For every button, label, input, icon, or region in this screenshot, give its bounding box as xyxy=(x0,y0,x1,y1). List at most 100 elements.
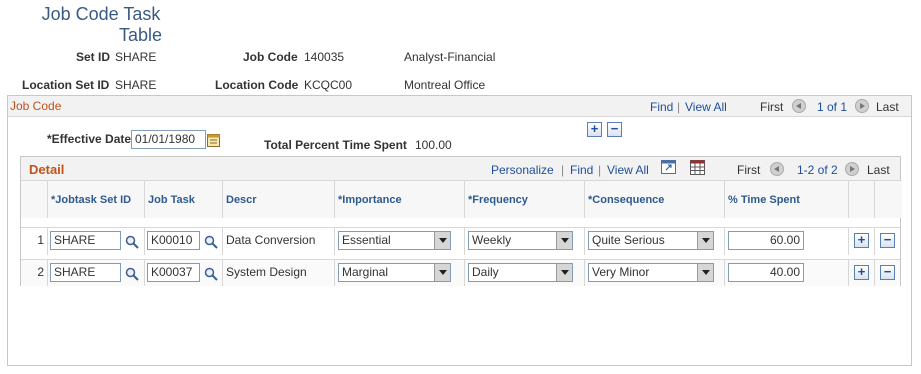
personalize-link[interactable]: Personalize xyxy=(491,163,554,177)
detail-next-arrow-icon[interactable] xyxy=(845,162,859,176)
effective-date-label: *Effective Date xyxy=(47,132,132,146)
page-title-line2: Table xyxy=(118,25,162,45)
chevron-down-icon[interactable] xyxy=(434,232,450,249)
add-effective-row-button[interactable]: + xyxy=(587,122,602,137)
chevron-down-icon[interactable] xyxy=(697,264,713,281)
descr-text: Data Conversion xyxy=(226,233,316,247)
job-code-last-label[interactable]: Last xyxy=(876,100,899,114)
effective-date-input[interactable]: 01/01/1980 xyxy=(131,130,206,149)
time-spent-header[interactable]: % Time Spent xyxy=(725,181,849,218)
time-spent-cell: 60.00 xyxy=(725,228,849,255)
job-code-label: Job Code xyxy=(243,50,298,64)
job-task-cell: K00037 xyxy=(145,260,223,286)
detail-grid-header: Detail Personalize | Find | View All Fir… xyxy=(21,157,900,181)
consequence-select[interactable]: Quite Serious xyxy=(588,231,714,250)
frequency-value: Daily xyxy=(472,265,499,279)
add-row-cell: + xyxy=(849,228,875,255)
jobtask-set-id-header[interactable]: *Jobtask Set ID xyxy=(48,181,145,218)
table-row: 1 SHARE K00010 Data Conversion Essential… xyxy=(21,227,900,255)
remove-column-header xyxy=(875,181,902,218)
remove-row-button[interactable]: − xyxy=(880,265,895,280)
job-task-input[interactable]: K00010 xyxy=(147,231,200,250)
location-code-value: KCQC00 xyxy=(304,78,353,92)
zoom-icon[interactable] xyxy=(661,160,676,174)
detail-view-all-link[interactable]: View All xyxy=(607,163,649,177)
jobtask-set-id-input[interactable]: SHARE xyxy=(50,231,121,250)
descr-header[interactable]: Descr xyxy=(223,181,335,218)
search-icon[interactable] xyxy=(125,267,139,281)
detail-range: 1-2 of 2 xyxy=(797,163,838,177)
detail-find-link[interactable]: Find xyxy=(570,163,593,177)
job-code-view-all-link[interactable]: View All xyxy=(685,100,727,114)
search-icon[interactable] xyxy=(204,267,218,281)
consequence-select[interactable]: Very Minor xyxy=(588,263,714,282)
descr-cell: Data Conversion xyxy=(223,228,335,255)
consequence-cell: Quite Serious xyxy=(585,228,725,255)
job-code-range: 1 of 1 xyxy=(817,100,848,114)
job-code-find-link[interactable]: Find xyxy=(650,100,673,114)
job-code-first-label[interactable]: First xyxy=(760,100,783,114)
detail-last-label[interactable]: Last xyxy=(867,163,890,177)
jobtask-set-id-cell: SHARE xyxy=(48,228,145,255)
job-code-value: 140035 xyxy=(304,50,345,64)
importance-select[interactable]: Essential xyxy=(338,231,451,250)
chevron-down-icon[interactable] xyxy=(556,264,572,281)
search-icon[interactable] xyxy=(125,235,139,249)
page-title: Job Code Task Table xyxy=(38,4,164,46)
row-number-header xyxy=(21,181,48,218)
detail-first-label[interactable]: First xyxy=(737,163,760,177)
location-description: Montreal Office xyxy=(404,78,486,92)
set-id-label: Set ID xyxy=(76,50,111,64)
time-spent-input[interactable]: 60.00 xyxy=(728,231,804,250)
importance-cell: Marginal xyxy=(335,260,465,286)
previous-arrow-icon[interactable] xyxy=(792,99,806,113)
search-icon[interactable] xyxy=(204,235,218,249)
calendar-icon[interactable] xyxy=(207,133,220,147)
frequency-select[interactable]: Daily xyxy=(468,263,573,282)
chevron-down-icon[interactable] xyxy=(434,264,450,281)
detail-title: Detail xyxy=(29,162,65,177)
row-number: 1 xyxy=(37,233,44,247)
next-arrow-icon[interactable] xyxy=(855,99,869,113)
row-number: 2 xyxy=(37,265,44,279)
chevron-down-icon[interactable] xyxy=(556,232,572,249)
add-row-button[interactable]: + xyxy=(854,233,869,248)
row-number-cell: 2 xyxy=(21,260,48,286)
location-set-id-value: SHARE xyxy=(115,78,157,92)
job-code-description: Analyst-Financial xyxy=(404,50,496,64)
detail-grid: Detail Personalize | Find | View All Fir… xyxy=(20,156,902,286)
total-percent-label: Total Percent Time Spent xyxy=(264,138,407,152)
consequence-header[interactable]: *Consequence xyxy=(585,181,725,218)
descr-cell: System Design xyxy=(223,260,335,286)
job-code-separator: | xyxy=(677,100,681,114)
importance-header[interactable]: *Importance xyxy=(335,181,465,218)
chevron-down-icon[interactable] xyxy=(697,232,713,249)
table-row: 2 SHARE K00037 System Design Marginal Da… xyxy=(21,259,900,286)
remove-row-cell: − xyxy=(875,228,902,255)
frequency-select[interactable]: Weekly xyxy=(468,231,573,250)
frequency-value: Weekly xyxy=(472,233,512,247)
time-spent-input[interactable]: 40.00 xyxy=(728,263,804,282)
location-code-label: Location Code xyxy=(215,78,299,92)
job-code-section-header: Job Code Find | View All First 1 of 1 La… xyxy=(8,96,911,117)
importance-cell: Essential xyxy=(335,228,465,255)
importance-value: Marginal xyxy=(342,265,389,279)
importance-value: Essential xyxy=(342,233,391,247)
remove-effective-row-button[interactable]: − xyxy=(607,122,622,137)
add-row-button[interactable]: + xyxy=(854,265,869,280)
jobtask-set-id-input[interactable]: SHARE xyxy=(50,263,121,282)
remove-row-cell: − xyxy=(875,260,902,286)
remove-row-button[interactable]: − xyxy=(880,233,895,248)
job-code-section-title: Job Code xyxy=(10,99,62,113)
detail-previous-arrow-icon[interactable] xyxy=(770,162,784,176)
add-column-header xyxy=(849,181,875,218)
importance-select[interactable]: Marginal xyxy=(338,263,451,282)
total-percent-value: 100.00 xyxy=(415,138,452,152)
page-title-line1: Job Code Task xyxy=(41,4,161,24)
jobtask-set-id-cell: SHARE xyxy=(48,260,145,286)
job-task-input[interactable]: K00037 xyxy=(147,263,200,282)
job-task-header[interactable]: Job Task xyxy=(145,181,223,218)
frequency-header[interactable]: *Frequency xyxy=(465,181,585,218)
download-grid-icon[interactable] xyxy=(690,160,705,175)
consequence-cell: Very Minor xyxy=(585,260,725,286)
